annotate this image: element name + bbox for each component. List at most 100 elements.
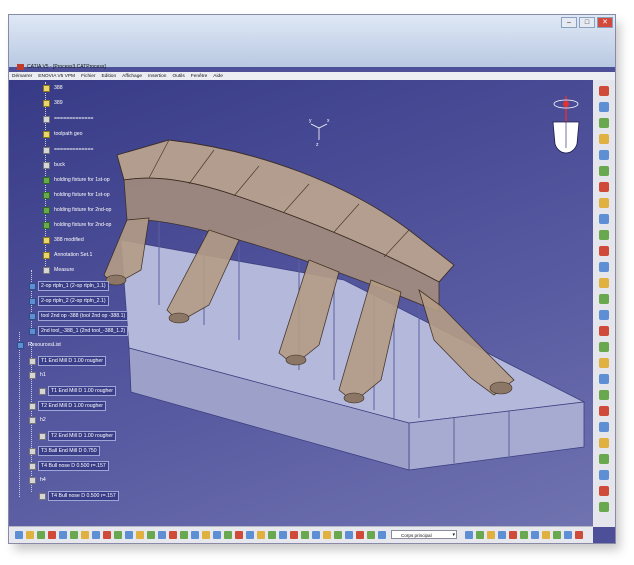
menu-item-aide[interactable]: Aide [210,74,226,79]
menu-item-edition[interactable]: Edition [98,74,119,79]
toolbar-tool-icon[interactable] [599,438,609,448]
tree-node-annotation-set[interactable]: Annotation Set.1 [43,251,94,259]
maximize-button[interactable]: □ [579,17,595,28]
toolbar-tool-icon[interactable] [542,531,550,539]
toolbar-tool-icon[interactable] [334,531,342,539]
toolbar-tool-icon[interactable] [114,531,122,539]
toolbar-tool-icon[interactable] [224,531,232,539]
tree-node-tool[interactable]: T2 End Mill D 1.00 rougher [39,431,116,441]
toolbar-tool-icon[interactable] [476,531,484,539]
tree-node-tool[interactable]: T2 End Mill D 1.00 rougher [29,401,106,411]
toolbar-tool-icon[interactable] [509,531,517,539]
toolbar-tool-icon[interactable] [367,531,375,539]
toolbar-tool-icon[interactable] [599,134,609,144]
tree-node-tool[interactable]: T4 Bull nose D 0.500 r=.157 [29,461,109,471]
toolbar-tool-icon[interactable] [48,531,56,539]
menu-item-demarrer[interactable]: Démarrer [9,74,35,79]
toolbar-tool-icon[interactable] [599,86,609,96]
tree-node-388[interactable]: 388 [43,84,65,92]
toolbar-tool-icon[interactable] [213,531,221,539]
menu-item-enovia[interactable]: ENOVIA V5 VPM [35,74,78,79]
layer-select[interactable]: Corps principal ▾ [391,530,457,539]
toolbar-tool-icon[interactable] [290,531,298,539]
toolbar-tool-icon[interactable] [279,531,287,539]
tree-node-tool[interactable]: T4 Bull nose D 0.500 r=.157 [39,491,119,501]
tree-node-tool[interactable]: T1 End Mill D 1.00 rougher [39,386,116,396]
toolbar-tool-icon[interactable] [498,531,506,539]
toolbar-tool-icon[interactable] [599,150,609,160]
toolbar-tool-icon[interactable] [465,531,473,539]
menu-item-outils[interactable]: Outils [169,74,187,79]
toolbar-tool-icon[interactable] [378,531,386,539]
toolbar-tool-icon[interactable] [136,531,144,539]
toolbar-tool-icon[interactable] [202,531,210,539]
menu-item-fenetre[interactable]: Fenêtre [188,74,211,79]
toolbar-tool-icon[interactable] [257,531,265,539]
close-button[interactable]: ✕ [597,17,613,28]
toolbar-tool-icon[interactable] [553,531,561,539]
tree-node-holder[interactable]: h4 [29,476,48,484]
toolbar-tool-icon[interactable] [599,470,609,480]
toolbar-tool-icon[interactable] [599,262,609,272]
toolbar-tool-icon[interactable] [599,198,609,208]
toolbar-tool-icon[interactable] [599,342,609,352]
menu-item-fichier[interactable]: Fichier [78,74,98,79]
tree-node-holding-fixture[interactable]: holding fixture for 2nd-op [43,221,113,229]
toolbar-tool-icon[interactable] [235,531,243,539]
toolbar-tool-icon[interactable] [599,406,609,416]
toolbar-tool-icon[interactable] [599,390,609,400]
toolbar-tool-icon[interactable] [599,230,609,240]
toolbar-tool-icon[interactable] [70,531,78,539]
tree-node-product[interactable]: 2-op rtpln_2 (2-op rtpln_2.1) [29,296,109,306]
tree-node-holding-fixture[interactable]: holding fixture for 2nd-op [43,206,113,214]
tree-node-toolpath-geo[interactable]: toolpath geo [43,130,85,138]
toolbar-tool-icon[interactable] [599,422,609,432]
toolbar-tool-icon[interactable] [599,182,609,192]
toolbar-tool-icon[interactable] [37,531,45,539]
toolbar-tool-icon[interactable] [599,326,609,336]
toolbar-tool-icon[interactable] [26,531,34,539]
toolbar-tool-icon[interactable] [345,531,353,539]
toolbar-tool-icon[interactable] [158,531,166,539]
toolbar-tool-icon[interactable] [147,531,155,539]
tree-node-product[interactable]: 2-op rtpln_1 (2-op rtpln_1.1) [29,281,109,291]
minimize-button[interactable]: – [561,17,577,28]
tree-node-389[interactable]: 389 [43,99,65,107]
toolbar-tool-icon[interactable] [599,102,609,112]
toolbar-tool-icon[interactable] [599,374,609,384]
toolbar-tool-icon[interactable] [599,118,609,128]
toolbar-tool-icon[interactable] [487,531,495,539]
toolbar-tool-icon[interactable] [81,531,89,539]
toolbar-tool-icon[interactable] [312,531,320,539]
tree-node-388-modified[interactable]: 388 modified [43,236,86,244]
tree-node-separator[interactable]: ============= [43,115,95,123]
menu-item-affichage[interactable]: Affichage [119,74,145,79]
tree-node-holding-fixture[interactable]: holding fixture for 1st-op [43,176,112,184]
tree-node-product[interactable]: 2nd tool_-388_1 (2nd tool_-388_1.2) [29,326,129,336]
toolbar-tool-icon[interactable] [531,531,539,539]
toolbar-tool-icon[interactable] [169,531,177,539]
toolbar-tool-icon[interactable] [356,531,364,539]
tree-node-holding-fixture[interactable]: holding fixture for 1st-op [43,191,112,199]
toolbar-tool-icon[interactable] [15,531,23,539]
toolbar-tool-icon[interactable] [268,531,276,539]
tree-node-buck[interactable]: buck [43,161,67,169]
toolbar-tool-icon[interactable] [575,531,583,539]
toolbar-tool-icon[interactable] [599,214,609,224]
toolbar-tool-icon[interactable] [125,531,133,539]
tree-node-separator[interactable]: ============= [43,146,95,154]
tree-node-holder[interactable]: h2 [29,416,48,424]
tree-node-measure[interactable]: Measure [43,266,76,274]
tree-node-tool[interactable]: T3 Ball End Mill D 0.750 [29,446,100,456]
toolbar-tool-icon[interactable] [599,278,609,288]
tree-node-holder[interactable]: h1 [29,371,48,379]
toolbar-tool-icon[interactable] [191,531,199,539]
toolbar-tool-icon[interactable] [599,486,609,496]
toolbar-tool-icon[interactable] [564,531,572,539]
toolbar-tool-icon[interactable] [301,531,309,539]
toolbar-tool-icon[interactable] [599,358,609,368]
toolbar-tool-icon[interactable] [246,531,254,539]
tree-node-product[interactable]: tool 2nd op -388 (tool 2nd op -388.1) [29,311,129,321]
toolbar-tool-icon[interactable] [323,531,331,539]
compass-widget[interactable] [547,86,585,166]
